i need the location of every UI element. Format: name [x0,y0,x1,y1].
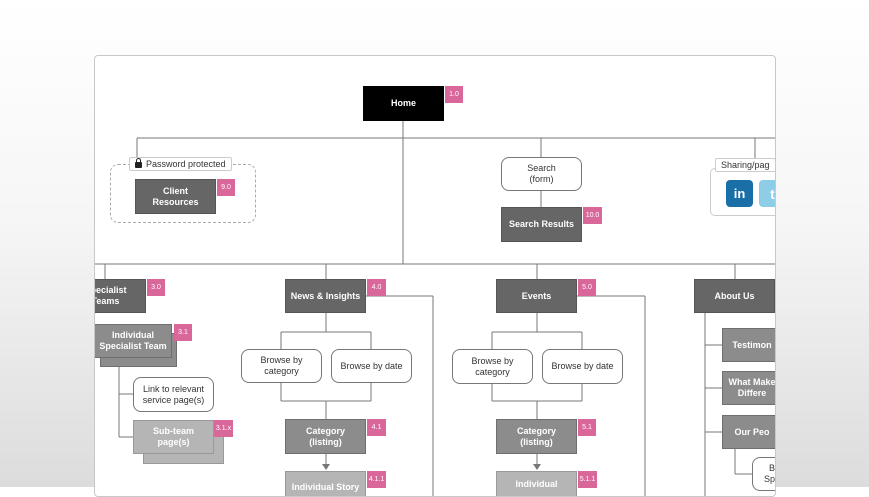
node-link-relevant-service[interactable]: Link to relevant service page(s) [133,377,214,412]
badge-events: 5.0 [578,279,596,296]
node-what-makes-different[interactable]: What Make Differe [722,371,775,405]
node-news-browse-date[interactable]: Browse by date [331,349,412,383]
node-events-browse-category[interactable]: Browse by category [452,349,533,384]
password-protected-text: Password protected [146,159,226,169]
node-subteam-pages[interactable]: Sub-team page(s) [133,420,214,454]
arrow-head-icon [322,464,330,470]
arrow-head-icon [533,464,541,470]
node-search-form[interactable]: Search (form) [501,157,582,191]
badge-events-category: 5.1 [578,419,596,436]
badge-client-resources: 9.0 [217,179,235,196]
node-search-results[interactable]: Search Results [501,207,582,242]
node-events-browse-date[interactable]: Browse by date [542,349,623,384]
node-news-browse-category[interactable]: Browse by category [241,349,322,383]
node-events-individual[interactable]: Individual [496,471,577,496]
node-events-category-listing[interactable]: Category (listing) [496,419,577,454]
node-news-insights[interactable]: News & Insights [285,279,366,313]
node-testimonials[interactable]: Testimon [722,328,775,362]
sharing-label: Sharing/pag [715,158,775,172]
node-about-us[interactable]: About Us [694,279,775,313]
sitemap-canvas: Home 1.0 Password protected Client Resou… [94,55,776,497]
badge-news-insights: 4.0 [367,279,386,296]
node-news-category-listing[interactable]: Category (listing) [285,419,366,454]
badge-individual-specialist-team: 3.1 [174,324,192,341]
badge-news-category: 4.1 [367,419,386,436]
badge-specialist-teams: 3.0 [147,279,165,296]
node-news-individual-story[interactable]: Individual Story [285,471,366,496]
lock-icon [135,158,142,169]
badge-home: 1.0 [445,86,463,103]
badge-news-individual: 4.1.1 [367,471,386,488]
node-individual-specialist-team[interactable]: Individual Specialist Team [95,324,172,358]
badge-search-results: 10.0 [583,207,602,224]
node-home[interactable]: Home [363,86,444,121]
node-people-sub[interactable]: B Spe [752,457,775,491]
badge-events-individual: 5.1.1 [578,471,597,488]
node-events[interactable]: Events [496,279,577,313]
password-protected-label: Password protected [129,157,232,171]
node-our-people[interactable]: Our Peo [722,415,775,449]
twitter-icon[interactable]: t [759,180,775,207]
node-specialist-teams[interactable]: Specialist Teams [95,279,146,313]
badge-subteam-pages: 3.1.x [214,420,233,437]
node-client-resources[interactable]: Client Resources [135,179,216,214]
linkedin-icon[interactable]: in [726,180,753,207]
